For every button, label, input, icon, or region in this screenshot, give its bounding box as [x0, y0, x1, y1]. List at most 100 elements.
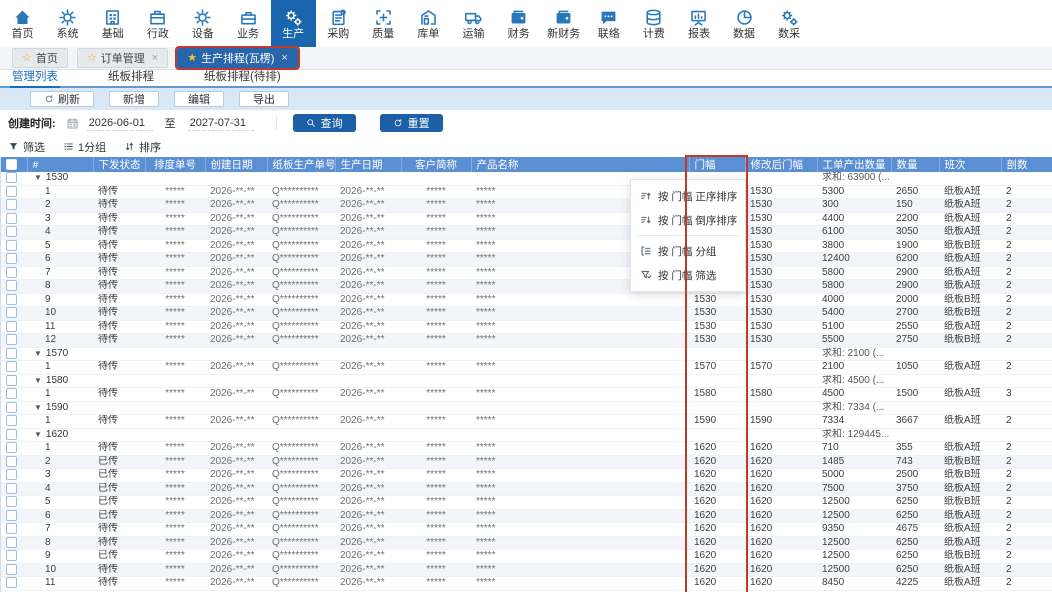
table-row[interactable]: 1待传*****2026-**-**Q**********2026-**-***…: [1, 415, 1052, 429]
table-row[interactable]: 11待传*****2026-**-**Q**********2026-**-**…: [1, 577, 1052, 591]
row-checkbox[interactable]: [6, 510, 17, 521]
table-row[interactable]: 8待传*****2026-**-**Q**********2026-**-***…: [1, 280, 1052, 294]
table-row[interactable]: 10待传*****2026-**-**Q**********2026-**-**…: [1, 307, 1052, 321]
date-from-input[interactable]: 2026-06-01: [87, 116, 153, 131]
menu-item-group-by[interactable]: 按 门幅 分组: [631, 239, 745, 263]
row-checkbox[interactable]: [6, 456, 17, 467]
row-checkbox[interactable]: [6, 375, 17, 386]
caret-down-icon[interactable]: ▼: [34, 430, 42, 439]
row-checkbox[interactable]: [6, 240, 17, 251]
col-header-select[interactable]: [1, 157, 27, 172]
col-header-board_no[interactable]: 纸板生产单号: [267, 157, 335, 172]
row-checkbox[interactable]: [6, 294, 17, 305]
row-checkbox[interactable]: [6, 186, 17, 197]
table-row[interactable]: 2待传*****2026-**-**Q**********2026-**-***…: [1, 199, 1052, 213]
table-row[interactable]: 6已传*****2026-**-**Q**********2026-**-***…: [1, 509, 1052, 523]
row-checkbox[interactable]: [6, 564, 17, 575]
add-button[interactable]: 新增: [109, 91, 159, 107]
menu-item-sort-asc[interactable]: 按 门幅 正序排序: [631, 184, 745, 208]
tab-production-schedule[interactable]: ★生产排程(瓦楞)×: [177, 48, 298, 68]
row-checkbox[interactable]: [6, 226, 17, 237]
col-header-out_qty[interactable]: 工单产出数量: [817, 157, 891, 172]
nav-item-production[interactable]: 生产: [271, 0, 316, 47]
col-header-mod_width[interactable]: 修改后门幅: [745, 157, 817, 172]
nav-item-data-collect[interactable]: 数采: [767, 0, 812, 47]
subtab-board-schedule[interactable]: 纸板排程: [106, 70, 156, 86]
group-row-1570[interactable]: ▼1570求和: 2100 (...: [1, 347, 1052, 361]
caret-down-icon[interactable]: ▼: [34, 349, 42, 358]
table-row[interactable]: 2已传*****2026-**-**Q**********2026-**-***…: [1, 455, 1052, 469]
row-checkbox[interactable]: [6, 213, 17, 224]
nav-item-business[interactable]: 业务: [225, 0, 270, 47]
table-row[interactable]: 5已传*****2026-**-**Q**********2026-**-***…: [1, 496, 1052, 510]
tab-home[interactable]: ☆首页: [12, 48, 68, 68]
table-row[interactable]: 7待传*****2026-**-**Q**********2026-**-***…: [1, 523, 1052, 537]
tab-order-mgmt[interactable]: ☆订单管理×: [77, 48, 168, 68]
row-checkbox[interactable]: [6, 307, 17, 318]
filter-bar-group[interactable]: 1分组: [63, 139, 106, 155]
group-row-1620[interactable]: ▼1620求和: 129445...: [1, 428, 1052, 442]
row-checkbox[interactable]: [6, 442, 17, 453]
caret-down-icon[interactable]: ▼: [34, 403, 42, 412]
edit-button[interactable]: 编辑: [174, 91, 224, 107]
row-checkbox[interactable]: [6, 550, 17, 561]
col-header-cuts[interactable]: 剖数: [1001, 157, 1052, 172]
table-row[interactable]: 4已传*****2026-**-**Q**********2026-**-***…: [1, 482, 1052, 496]
nav-item-basic[interactable]: 基础: [90, 0, 135, 47]
table-row[interactable]: 7待传*****2026-**-**Q**********2026-**-***…: [1, 266, 1052, 280]
refresh-button[interactable]: 刷新: [30, 91, 94, 107]
col-header-shift[interactable]: 班次: [939, 157, 1001, 172]
table-row[interactable]: 6待传*****2026-**-**Q**********2026-**-***…: [1, 253, 1052, 267]
table-row[interactable]: 9已传*****2026-**-**Q**********2026-**-***…: [1, 550, 1052, 564]
row-checkbox[interactable]: [6, 496, 17, 507]
nav-item-equipment[interactable]: 设备: [180, 0, 225, 47]
col-header-prod_date[interactable]: 生产日期: [335, 157, 401, 172]
row-checkbox[interactable]: [6, 361, 17, 372]
row-checkbox[interactable]: [6, 388, 17, 399]
nav-item-report[interactable]: 报表: [676, 0, 721, 47]
table-row[interactable]: 4待传*****2026-**-**Q**********2026-**-***…: [1, 226, 1052, 240]
group-row-1590[interactable]: ▼1590求和: 7334 (...: [1, 401, 1052, 415]
nav-item-home[interactable]: 首页: [0, 0, 45, 47]
filter-bar-sort[interactable]: 排序: [124, 139, 161, 155]
group-row-1580[interactable]: ▼1580求和: 4500 (...: [1, 374, 1052, 388]
query-button[interactable]: 查询: [293, 114, 356, 132]
nav-item-new-finance[interactable]: 新财务: [541, 0, 586, 47]
col-header-sched[interactable]: 排度单号: [145, 157, 205, 172]
nav-item-quality[interactable]: 质量: [361, 0, 406, 47]
row-checkbox[interactable]: [6, 267, 17, 278]
table-row[interactable]: 9待传*****2026-**-**Q**********2026-**-***…: [1, 293, 1052, 307]
row-checkbox[interactable]: [6, 429, 17, 440]
row-checkbox[interactable]: [6, 172, 17, 183]
subtab-management-list[interactable]: 管理列表: [10, 70, 60, 86]
nav-item-data[interactable]: 数据: [722, 0, 767, 47]
col-header-customer[interactable]: 客户简称: [401, 157, 471, 172]
row-checkbox[interactable]: [6, 523, 17, 534]
col-header-status[interactable]: 下发状态: [93, 157, 145, 172]
row-checkbox[interactable]: [6, 483, 17, 494]
caret-down-icon[interactable]: ▼: [34, 173, 42, 182]
menu-item-sort-desc[interactable]: 按 门幅 倒序排序: [631, 208, 745, 232]
nav-item-billing[interactable]: 计费: [631, 0, 676, 47]
nav-item-system[interactable]: 系统: [45, 0, 90, 47]
row-checkbox[interactable]: [6, 253, 17, 264]
group-row-1530[interactable]: ▼1530求和: 63900 (...: [1, 172, 1052, 185]
table-row[interactable]: 5待传*****2026-**-**Q**********2026-**-***…: [1, 239, 1052, 253]
row-checkbox[interactable]: [6, 199, 17, 210]
row-checkbox[interactable]: [6, 537, 17, 548]
menu-item-filter-by[interactable]: 按 门幅 筛选: [631, 263, 745, 287]
filter-bar-filter[interactable]: 筛选: [8, 139, 45, 155]
select-all-checkbox[interactable]: [6, 159, 17, 170]
table-row[interactable]: 1待传*****2026-**-**Q**********2026-**-***…: [1, 185, 1052, 199]
row-checkbox[interactable]: [6, 415, 17, 426]
table-row[interactable]: 12待传*****2026-**-**Q**********2026-**-**…: [1, 334, 1052, 348]
table-row[interactable]: 11待传*****2026-**-**Q**********2026-**-**…: [1, 320, 1052, 334]
close-icon[interactable]: ×: [281, 52, 287, 64]
row-checkbox[interactable]: [6, 402, 17, 413]
row-checkbox[interactable]: [6, 348, 17, 359]
row-checkbox[interactable]: [6, 577, 17, 588]
table-row[interactable]: 1待传*****2026-**-**Q**********2026-**-***…: [1, 388, 1052, 402]
col-header-product[interactable]: 产品名称: [471, 157, 689, 172]
nav-item-finance[interactable]: 财务: [496, 0, 541, 47]
export-button[interactable]: 导出: [239, 91, 289, 107]
